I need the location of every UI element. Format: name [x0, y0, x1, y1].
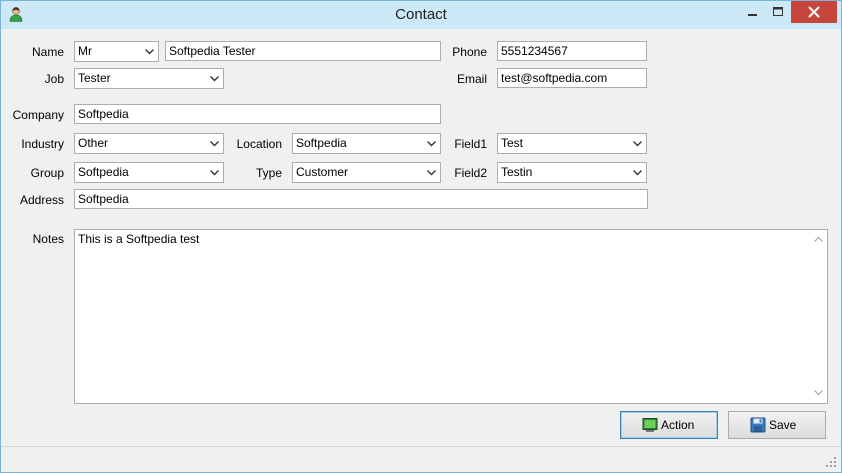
chevron-down-icon — [633, 170, 642, 176]
resize-grip-icon[interactable] — [825, 456, 837, 468]
field1-dropdown[interactable]: Test — [497, 133, 647, 154]
status-separator — [1, 446, 841, 447]
field2-dropdown[interactable]: Testin — [497, 162, 647, 183]
chevron-down-icon — [210, 76, 219, 82]
scroll-up-icon[interactable] — [814, 236, 823, 242]
address-input[interactable]: Softpedia — [74, 189, 648, 209]
save-button[interactable]: Save — [728, 411, 826, 439]
industry-label: Industry — [21, 137, 64, 151]
industry-dropdown[interactable]: Other — [74, 133, 224, 154]
full-name-input[interactable]: Softpedia Tester — [165, 41, 441, 61]
close-icon — [808, 6, 820, 18]
job-dropdown[interactable]: Tester — [74, 68, 224, 89]
notes-text: This is a Softpedia test — [78, 232, 200, 246]
name-title-value: Mr — [78, 44, 92, 58]
company-label: Company — [12, 108, 64, 122]
address-label: Address — [19, 193, 64, 207]
field1-value: Test — [501, 136, 524, 150]
field1-label: Field1 — [454, 137, 487, 151]
phone-label: Phone — [452, 45, 487, 59]
location-label: Location — [236, 137, 282, 151]
email-input[interactable]: test@softpedia.com — [497, 68, 647, 88]
company-input[interactable]: Softpedia — [74, 104, 441, 124]
name-title-dropdown[interactable]: Mr — [74, 41, 159, 62]
chevron-down-icon — [633, 141, 642, 147]
name-label: Name — [31, 45, 64, 59]
job-label: Job — [44, 72, 64, 86]
notes-label: Notes — [32, 232, 64, 246]
field2-label: Field2 — [454, 166, 487, 180]
minimize-icon — [748, 14, 757, 16]
chevron-down-icon — [210, 141, 219, 147]
group-dropdown[interactable]: Softpedia — [74, 162, 224, 183]
location-value: Softpedia — [296, 136, 347, 150]
maximize-button[interactable] — [765, 1, 791, 23]
type-label: Type — [255, 166, 282, 180]
group-value: Softpedia — [78, 165, 129, 179]
window-title: Contact — [395, 6, 447, 23]
action-screen-icon — [642, 418, 658, 432]
action-button[interactable]: Action — [620, 411, 718, 439]
contact-window: Contact Name Mr Softpedia Tester Phone 5… — [0, 0, 842, 473]
industry-value: Other — [78, 136, 109, 150]
title-bar[interactable]: Contact — [1, 1, 841, 29]
scroll-down-icon[interactable] — [814, 390, 823, 396]
notes-scrollbar[interactable] — [810, 230, 827, 403]
job-value: Tester — [78, 71, 111, 85]
email-label: Email — [456, 72, 487, 86]
field2-value: Testin — [501, 165, 533, 179]
minimize-button[interactable] — [739, 1, 765, 23]
maximize-icon — [773, 7, 783, 16]
close-button[interactable] — [791, 1, 837, 23]
type-value: Customer — [296, 165, 349, 179]
save-disk-icon — [750, 417, 766, 433]
group-label: Group — [30, 166, 64, 180]
location-dropdown[interactable]: Softpedia — [292, 133, 441, 154]
phone-input[interactable]: 5551234567 — [497, 41, 647, 61]
notes-textarea[interactable]: This is a Softpedia test — [74, 229, 828, 404]
chevron-down-icon — [145, 49, 154, 55]
chevron-down-icon — [210, 170, 219, 176]
type-dropdown[interactable]: Customer — [292, 162, 441, 183]
save-button-label: Save — [769, 418, 797, 432]
action-button-label: Action — [661, 418, 695, 432]
